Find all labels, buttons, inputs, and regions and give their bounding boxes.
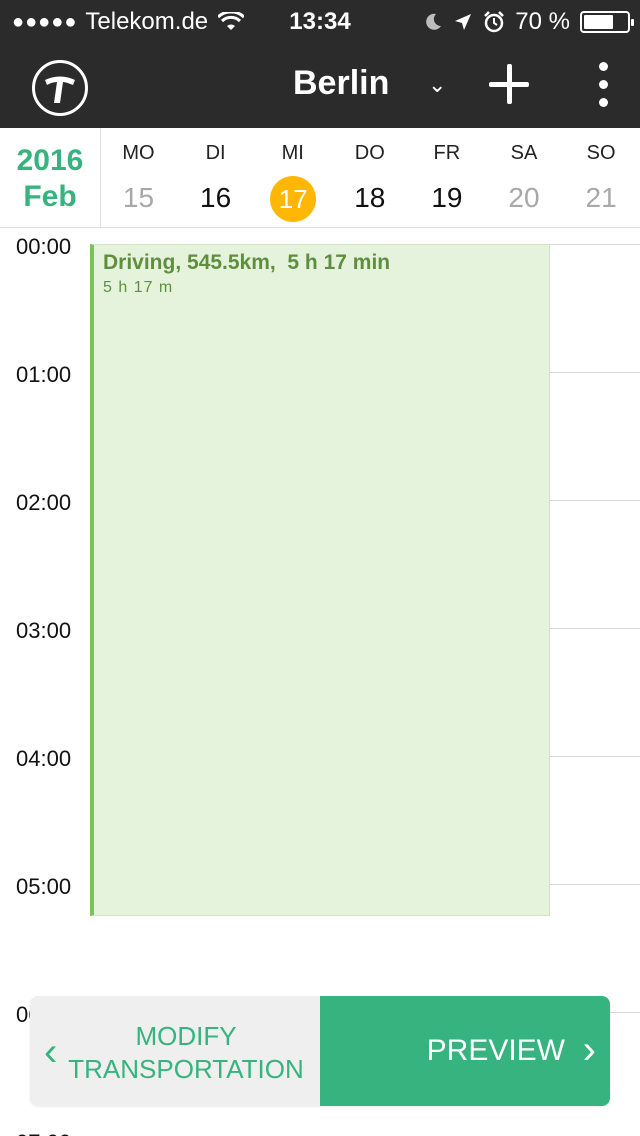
hour-label: 05:00 — [16, 874, 72, 899]
day-name: SA — [510, 142, 538, 164]
day-column-mo[interactable]: MO 15 — [100, 128, 177, 228]
preview-label: PREVIEW — [426, 1034, 565, 1067]
day-column-mi[interactable]: MI 17 — [254, 128, 331, 228]
day-column-fr[interactable]: FR 19 — [408, 128, 485, 228]
event-title: Driving, 545.5km, 5 h 17 min — [103, 251, 391, 274]
chevron-down-icon[interactable]: ⌄ — [428, 72, 446, 98]
location-arrow-icon — [455, 14, 472, 30]
day-column-sa[interactable]: SA 20 — [486, 128, 563, 228]
year-label: 2016 — [16, 144, 84, 177]
modify-transportation-button[interactable]: ‹ MODIFY TRANSPORTATION — [30, 996, 320, 1106]
logo-t-icon — [45, 76, 75, 103]
top-bar: ●●●●● Telekom.de 13:34 70 % Berlin ⌄ — [0, 0, 640, 128]
hour-label: 00:00 — [16, 234, 72, 259]
today-date-badge: 17 — [270, 176, 317, 222]
status-bar: ●●●●● Telekom.de 13:34 70 % — [0, 0, 640, 40]
app-bar: Berlin ⌄ — [0, 40, 640, 128]
hour-label: 07:00 — [16, 1130, 71, 1136]
status-right: 70 % — [423, 8, 634, 36]
day-date: 18 — [354, 182, 386, 213]
hour-label: 02:00 — [16, 490, 72, 515]
battery-level — [584, 15, 614, 29]
alarm-clock-icon — [484, 11, 505, 33]
moon-icon — [426, 13, 442, 30]
bottom-action-bar: ‹ MODIFY TRANSPORTATION PREVIEW › — [30, 996, 610, 1106]
city-selector[interactable]: Berlin — [293, 64, 389, 103]
day-name: SO — [586, 142, 616, 164]
day-date: 16 — [200, 182, 232, 213]
day-date: 19 — [431, 182, 463, 213]
battery-icon — [580, 11, 634, 33]
add-button[interactable] — [486, 62, 532, 108]
driving-event[interactable]: Driving, 545.5km, 5 h 17 min 5 h 17 m — [90, 244, 550, 916]
week-header: 2016 Feb MO 15 DI 16 MI 17 DO 18 FR 19 SA 20 SO 21 — [0, 128, 640, 228]
chevron-right-icon: › — [582, 1028, 596, 1072]
day-date: 21 — [585, 182, 617, 213]
month-label: Feb — [23, 180, 77, 213]
day-name: FR — [433, 142, 461, 164]
day-column-do[interactable]: DO 18 — [331, 128, 408, 228]
day-name: MI — [281, 142, 304, 164]
event-duration: 5 h 17 m — [103, 279, 174, 296]
preview-button[interactable]: PREVIEW › — [320, 996, 610, 1106]
day-date: 15 — [122, 182, 155, 213]
day-column-di[interactable]: DI 16 — [177, 128, 254, 228]
app-logo-button[interactable] — [32, 60, 88, 116]
day-date: 20 — [508, 182, 540, 213]
more-vertical-icon[interactable] — [592, 60, 616, 110]
day-name: MO — [122, 142, 155, 164]
day-name: DO — [354, 142, 385, 164]
modify-transportation-label: MODIFY TRANSPORTATION — [68, 1021, 304, 1084]
hour-label: 03:00 — [16, 618, 72, 643]
battery-percent: 70 % — [515, 8, 570, 35]
hour-label: 01:00 — [16, 362, 72, 387]
hour-label: 04:00 — [16, 746, 72, 771]
day-name: DI — [205, 142, 226, 164]
month-year-label[interactable]: 2016 Feb — [0, 128, 101, 228]
day-column-so[interactable]: SO 21 — [563, 128, 640, 228]
